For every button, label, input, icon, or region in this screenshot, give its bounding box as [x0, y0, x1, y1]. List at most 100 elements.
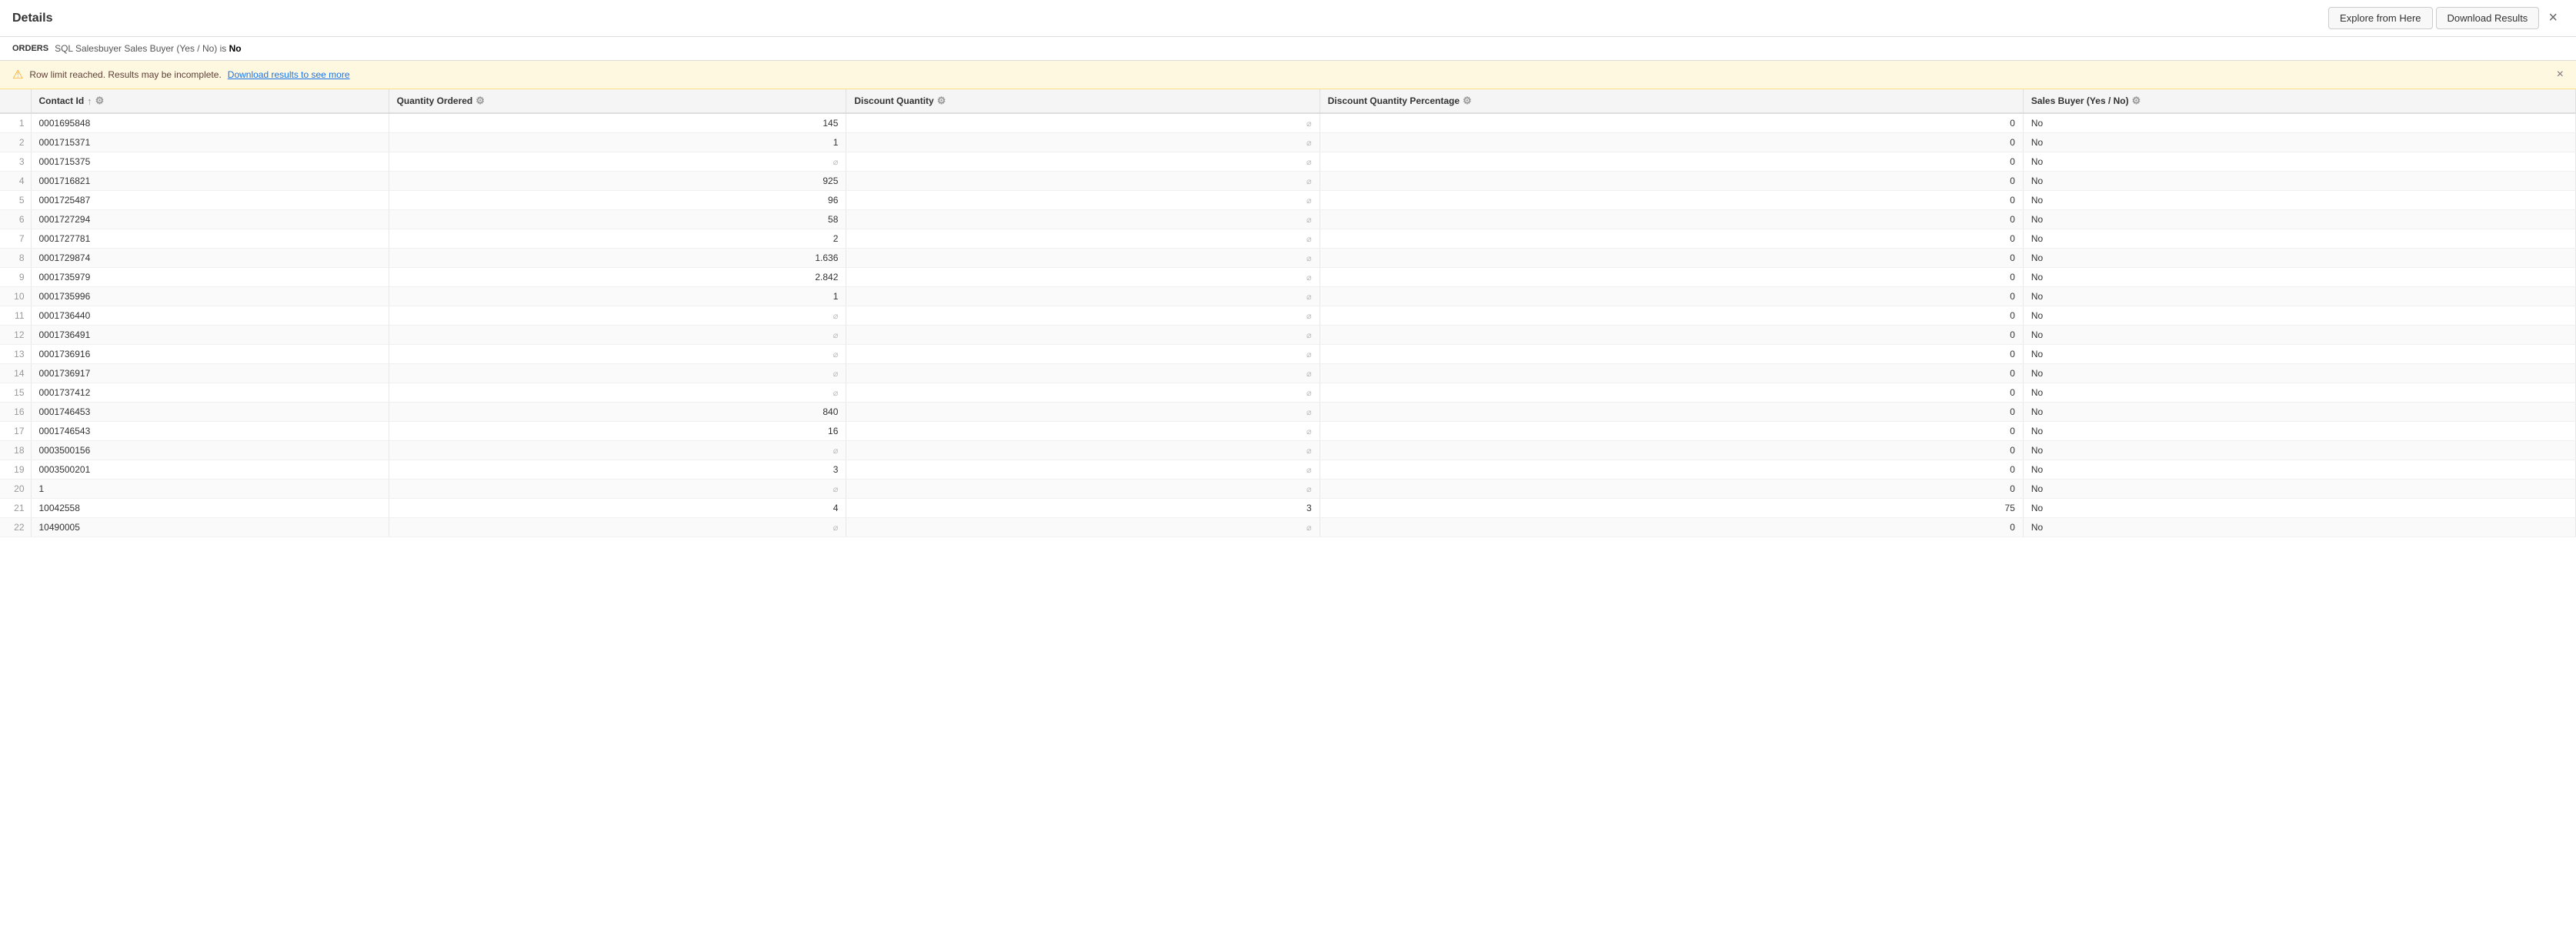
null-icon: ⌀	[1306, 389, 1312, 398]
gear-contact-id-icon[interactable]: ⚙	[95, 95, 105, 107]
cell-sales-buyer: No	[2023, 172, 2575, 191]
results-table: Contact Id ↑ ⚙ Quantity Ordered ⚙ Discou…	[0, 89, 2576, 537]
cell-discount-quantity-pct: 0	[1320, 441, 2023, 460]
orders-bar: ORDERS SQL Salesbuyer Sales Buyer (Yes /…	[0, 37, 2576, 61]
null-icon: ⌀	[1306, 254, 1312, 263]
table-row: 900017359792.842⌀0No	[0, 268, 2576, 287]
cell-sales-buyer: No	[2023, 210, 2575, 229]
col-header-discount-quantity: Discount Quantity ⚙	[846, 89, 1320, 113]
dialog-title: Details	[12, 12, 52, 25]
cell-quantity-ordered: 4	[389, 499, 846, 518]
table-row: 2210490005⌀⌀0No	[0, 518, 2576, 537]
cell-quantity-ordered: ⌀	[389, 364, 846, 383]
cell-discount-quantity-pct: 0	[1320, 249, 2023, 268]
cell-sales-buyer: No	[2023, 499, 2575, 518]
cell-contact-id: 0001735979	[31, 268, 389, 287]
col-label-quantity-ordered: Quantity Ordered	[397, 95, 473, 106]
null-icon: ⌀	[1306, 119, 1312, 129]
cell-sales-buyer: No	[2023, 345, 2575, 364]
cell-quantity-ordered: 1	[389, 133, 846, 152]
gear-discount-quantity-pct-icon[interactable]: ⚙	[1463, 95, 1472, 107]
cell-row-num: 21	[0, 499, 31, 518]
cell-discount-quantity: ⌀	[846, 326, 1320, 345]
gear-quantity-ordered-icon[interactable]: ⚙	[475, 95, 485, 107]
table-row: 180003500156⌀⌀0No	[0, 441, 2576, 460]
explore-from-here-button[interactable]: Explore from Here	[2328, 7, 2432, 29]
close-button[interactable]: ×	[2542, 6, 2564, 30]
null-icon: ⌀	[1306, 273, 1312, 282]
cell-row-num: 20	[0, 480, 31, 499]
cell-sales-buyer: No	[2023, 518, 2575, 537]
cell-row-num: 10	[0, 287, 31, 306]
col-label-sales-buyer: Sales Buyer (Yes / No)	[2031, 95, 2129, 106]
cell-discount-quantity: ⌀	[846, 460, 1320, 480]
cell-quantity-ordered: 3	[389, 460, 846, 480]
cell-contact-id: 0001737412	[31, 383, 389, 403]
cell-contact-id: 0001736491	[31, 326, 389, 345]
cell-quantity-ordered: ⌀	[389, 152, 846, 172]
cell-sales-buyer: No	[2023, 229, 2575, 249]
cell-discount-quantity: ⌀	[846, 249, 1320, 268]
cell-quantity-ordered: ⌀	[389, 345, 846, 364]
null-icon: ⌀	[1306, 292, 1312, 302]
cell-quantity-ordered: ⌀	[389, 441, 846, 460]
table-row: 140001736917⌀⌀0No	[0, 364, 2576, 383]
cell-quantity-ordered: 2	[389, 229, 846, 249]
table-row: 160001746453840⌀0No	[0, 403, 2576, 422]
null-icon: ⌀	[1306, 408, 1312, 417]
cell-discount-quantity-pct: 0	[1320, 345, 2023, 364]
cell-quantity-ordered: ⌀	[389, 326, 846, 345]
cell-contact-id: 0001727781	[31, 229, 389, 249]
cell-discount-quantity: ⌀	[846, 133, 1320, 152]
cell-row-num: 9	[0, 268, 31, 287]
cell-contact-id: 0001736440	[31, 306, 389, 326]
null-icon: ⌀	[1306, 427, 1312, 436]
cell-discount-quantity-pct: 0	[1320, 364, 2023, 383]
cell-row-num: 2	[0, 133, 31, 152]
null-icon: ⌀	[1306, 235, 1312, 244]
cell-sales-buyer: No	[2023, 383, 2575, 403]
table-row: 1000017359961⌀0No	[0, 287, 2576, 306]
header-actions: Explore from Here Download Results ×	[2328, 6, 2564, 30]
cell-row-num: 13	[0, 345, 31, 364]
gear-sales-buyer-icon[interactable]: ⚙	[2132, 95, 2141, 107]
table-row: 1900035002013⌀0No	[0, 460, 2576, 480]
cell-row-num: 7	[0, 229, 31, 249]
col-label-discount-quantity: Discount Quantity	[854, 95, 933, 106]
cell-discount-quantity-pct: 75	[1320, 499, 2023, 518]
table-body: 10001695848145⌀0No200017153711⌀0No300017…	[0, 113, 2576, 537]
cell-quantity-ordered: ⌀	[389, 480, 846, 499]
cell-discount-quantity-pct: 0	[1320, 210, 2023, 229]
cell-contact-id: 0001715375	[31, 152, 389, 172]
gear-discount-quantity-icon[interactable]: ⚙	[937, 95, 946, 107]
cell-row-num: 1	[0, 113, 31, 133]
table-row: 10001695848145⌀0No	[0, 113, 2576, 133]
cell-contact-id: 0001736916	[31, 345, 389, 364]
cell-sales-buyer: No	[2023, 306, 2575, 326]
table-row: 130001736916⌀⌀0No	[0, 345, 2576, 364]
warning-close-button[interactable]: ×	[2557, 68, 2564, 82]
cell-discount-quantity: ⌀	[846, 403, 1320, 422]
cell-quantity-ordered: 925	[389, 172, 846, 191]
results-table-container: Contact Id ↑ ⚙ Quantity Ordered ⚙ Discou…	[0, 89, 2576, 537]
cell-row-num: 4	[0, 172, 31, 191]
col-header-row-num	[0, 89, 31, 113]
table-row: 5000172548796⌀0No	[0, 191, 2576, 210]
cell-quantity-ordered: ⌀	[389, 306, 846, 326]
download-results-link[interactable]: Download results to see more	[228, 69, 350, 80]
sort-contact-id-icon[interactable]: ↑	[87, 95, 92, 107]
cell-discount-quantity-pct: 0	[1320, 403, 2023, 422]
null-icon: ⌀	[1306, 350, 1312, 359]
cell-discount-quantity: ⌀	[846, 287, 1320, 306]
download-results-button[interactable]: Download Results	[2436, 7, 2540, 29]
cell-discount-quantity: ⌀	[846, 268, 1320, 287]
cell-discount-quantity-pct: 0	[1320, 518, 2023, 537]
cell-sales-buyer: No	[2023, 133, 2575, 152]
table-row: 6000172729458⌀0No	[0, 210, 2576, 229]
col-header-sales-buyer: Sales Buyer (Yes / No) ⚙	[2023, 89, 2575, 113]
orders-label: ORDERS	[12, 44, 48, 53]
cell-quantity-ordered: 2.842	[389, 268, 846, 287]
cell-discount-quantity-pct: 0	[1320, 191, 2023, 210]
cell-contact-id: 0003500201	[31, 460, 389, 480]
cell-discount-quantity-pct: 0	[1320, 172, 2023, 191]
